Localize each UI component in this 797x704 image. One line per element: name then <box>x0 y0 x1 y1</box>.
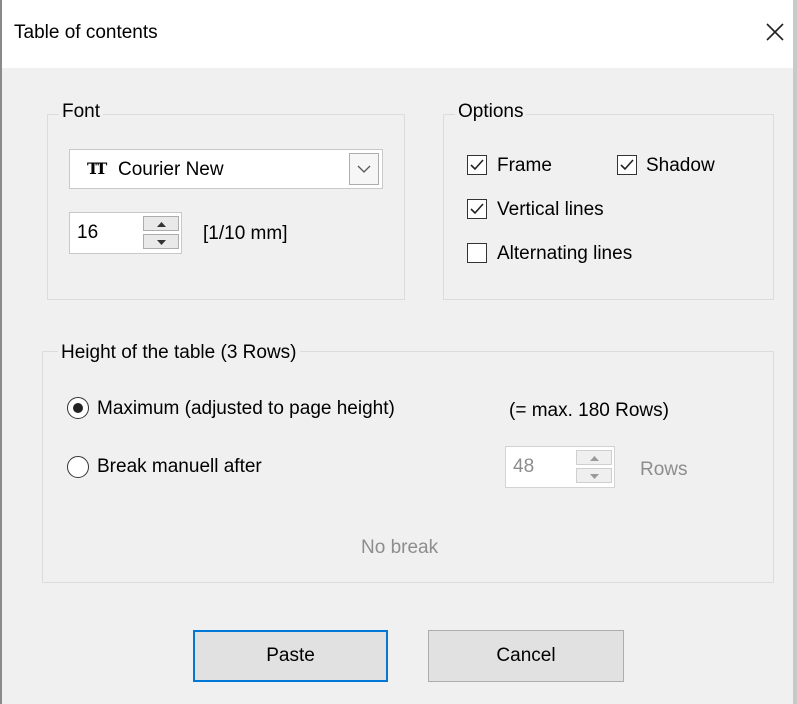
break-manual-radio[interactable] <box>67 456 89 478</box>
break-rows-value: 48 <box>513 456 535 477</box>
spin-up-button[interactable] <box>143 216 179 231</box>
vertical-lines-checkbox-label[interactable]: Vertical lines <box>497 199 604 221</box>
break-status-text: No break <box>361 537 439 558</box>
frame-checkbox[interactable] <box>467 155 487 175</box>
shadow-checkbox-label[interactable]: Shadow <box>646 155 715 177</box>
alternating-lines-checkbox[interactable] <box>467 243 487 263</box>
shadow-checkbox[interactable] <box>617 155 637 175</box>
font-group-legend: Font <box>59 101 104 123</box>
window-border-right <box>793 0 797 704</box>
checkmark-icon <box>470 203 484 215</box>
font-size-value: 16 <box>77 222 99 243</box>
arrow-down-icon <box>590 474 599 479</box>
spin-down-button[interactable] <box>576 468 612 483</box>
break-rows-spinner[interactable]: 48 <box>505 446 615 488</box>
rows-unit-label: Rows <box>640 459 688 480</box>
font-size-spinner[interactable]: 16 <box>69 212 182 254</box>
maximum-rows-info: (= max. 180 Rows) <box>509 400 669 421</box>
radio-selected-dot <box>73 403 83 413</box>
break-rows-spin-buttons <box>576 449 612 485</box>
spin-down-button[interactable] <box>143 234 179 249</box>
options-group <box>443 114 774 300</box>
checkmark-icon <box>620 159 634 171</box>
spin-up-button[interactable] <box>576 450 612 465</box>
checkmark-icon <box>470 159 484 171</box>
options-group-legend: Options <box>455 101 527 123</box>
font-combobox-dropdown-button[interactable] <box>349 153 379 185</box>
maximum-radio-label[interactable]: Maximum (adjusted to page height) <box>97 398 395 420</box>
chevron-down-icon <box>357 165 371 173</box>
truetype-font-icon: TT <box>87 159 107 178</box>
height-group-legend: Height of the table (3 Rows) <box>58 342 300 364</box>
frame-checkbox-label[interactable]: Frame <box>497 155 552 177</box>
font-size-spin-buttons <box>143 215 179 251</box>
arrow-down-icon <box>157 240 166 245</box>
font-combobox-value: Courier New <box>118 159 224 180</box>
break-manual-radio-label[interactable]: Break manuell after <box>97 456 262 478</box>
font-size-unit-label: [1/10 mm] <box>203 223 288 244</box>
font-combobox[interactable]: TT Courier New <box>69 149 383 189</box>
maximum-radio[interactable] <box>67 397 89 419</box>
vertical-lines-checkbox[interactable] <box>467 199 487 219</box>
arrow-up-icon <box>157 222 166 227</box>
window-border-left <box>0 0 2 704</box>
paste-button[interactable]: Paste <box>193 630 388 682</box>
arrow-up-icon <box>590 456 599 461</box>
cancel-button[interactable]: Cancel <box>428 630 624 682</box>
alternating-lines-checkbox-label[interactable]: Alternating lines <box>497 243 632 265</box>
close-icon[interactable] <box>762 18 788 46</box>
font-group <box>47 114 405 300</box>
dialog-title: Table of contents <box>14 22 158 43</box>
